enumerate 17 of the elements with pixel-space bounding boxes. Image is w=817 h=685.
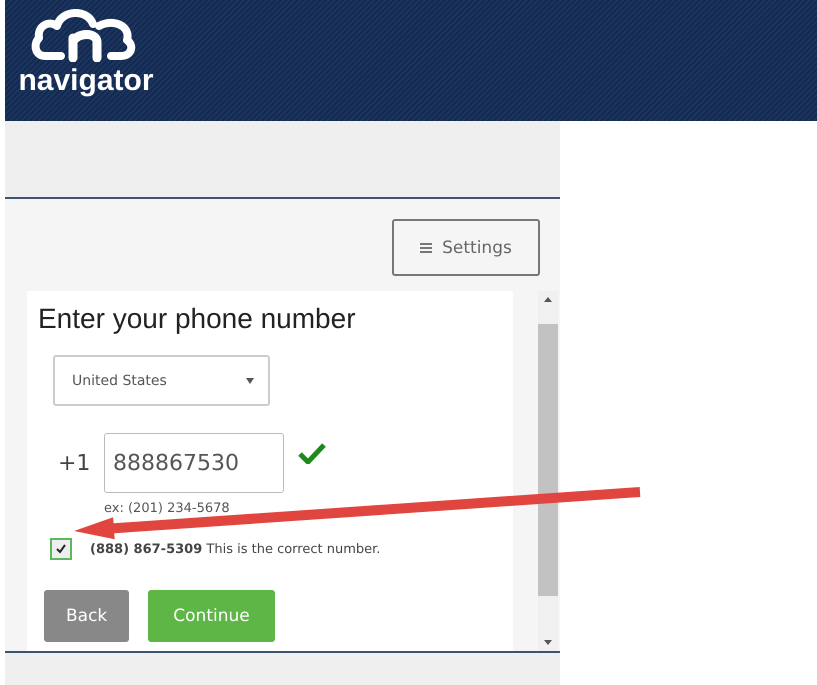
checkmark-icon [55,543,67,555]
settings-button[interactable]: Settings [392,219,540,276]
back-button[interactable]: Back [44,590,130,642]
country-dropdown[interactable]: United States [53,355,270,406]
caret-icon [246,378,254,384]
dial-code: +1 [58,450,92,476]
hint-text: ex: (201) 234-5678 [104,501,231,516]
confirm-checkbox[interactable] [50,538,72,560]
menu-icon [420,242,432,252]
scroll-thumb[interactable] [538,324,558,596]
scroll-down-icon [544,640,552,645]
scrollbar[interactable] [538,291,558,651]
confirm-label: (888) 867-5309 This is the correct number. [90,542,380,556]
scroll-up-icon [544,297,552,302]
brand-name: navigator [18,64,154,98]
phone-field[interactable]: 888867530 [104,433,284,493]
form-title: Enter your phone number [38,303,357,335]
